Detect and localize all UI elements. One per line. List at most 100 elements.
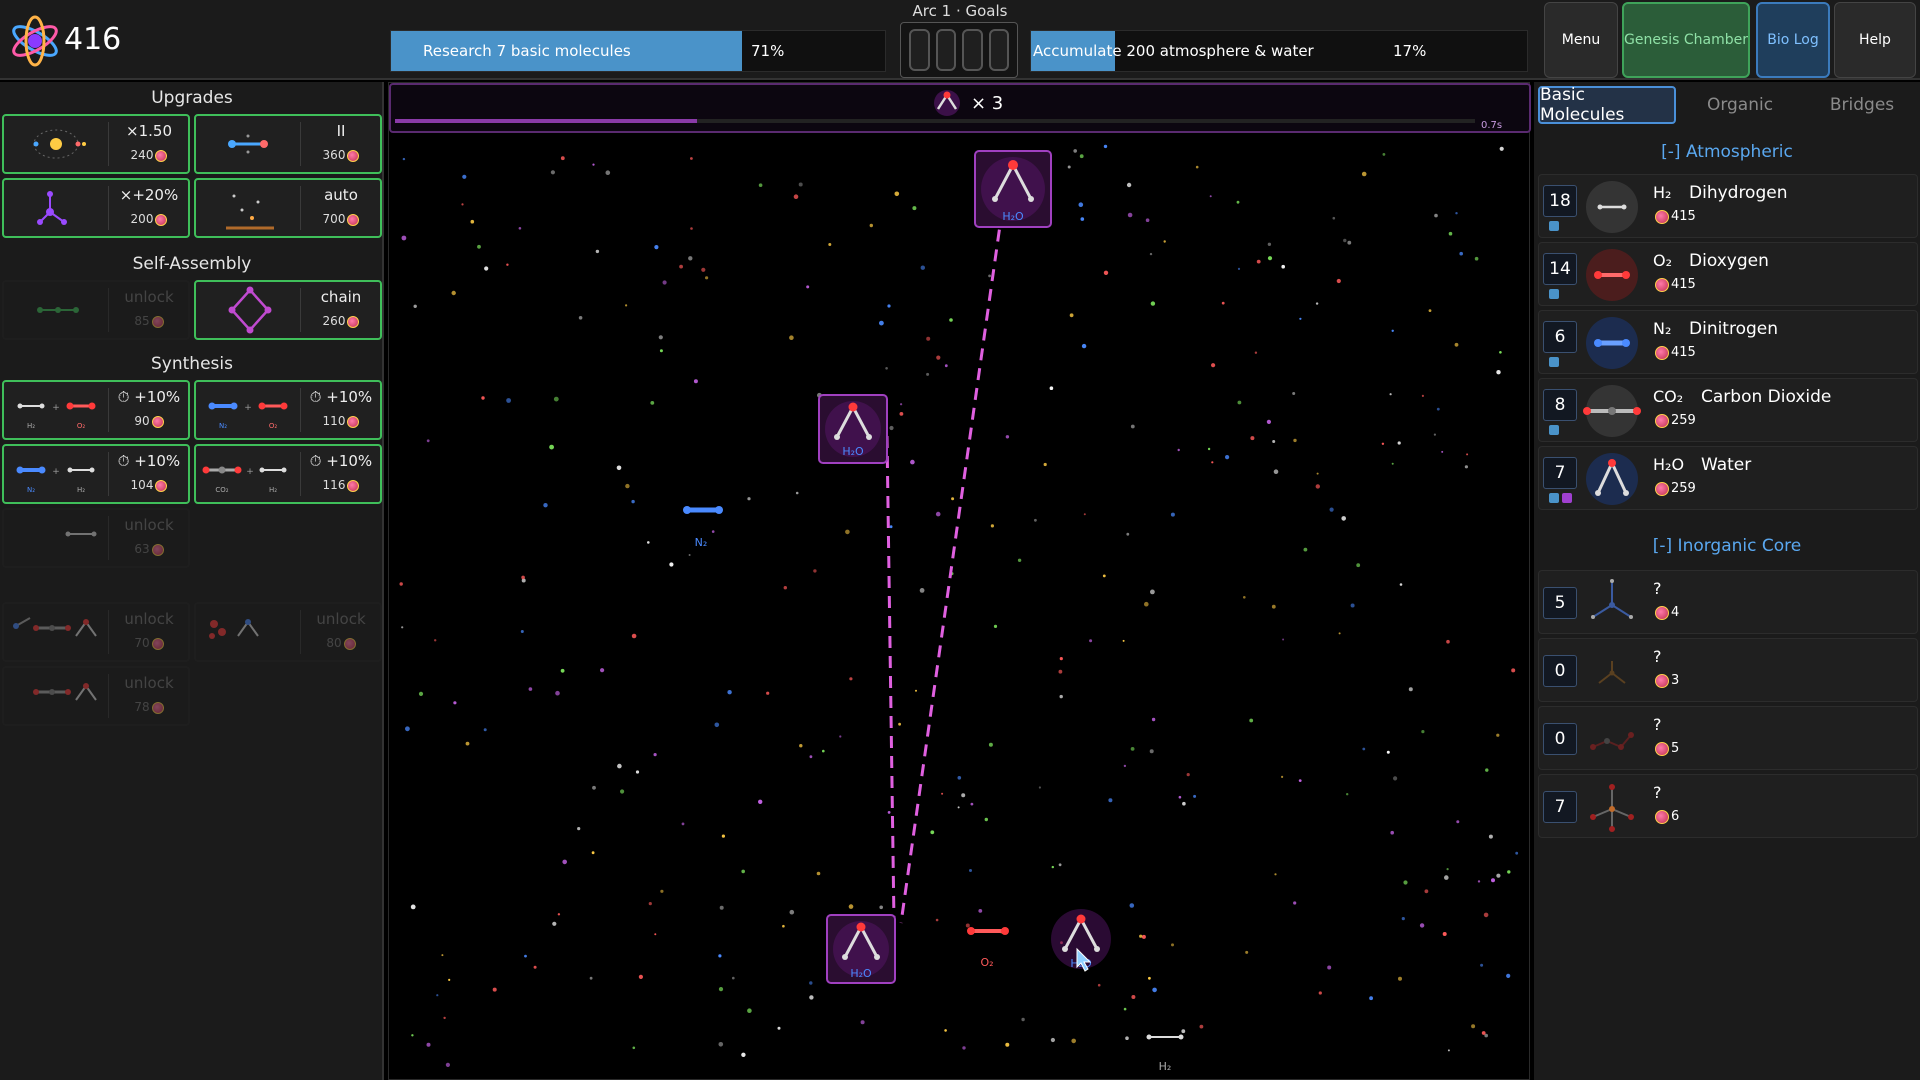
particle-dot xyxy=(935,511,941,517)
particle-dot xyxy=(1081,343,1087,349)
molecule-row-h2[interactable]: 18 H₂ Dihydrogen 415 xyxy=(1538,174,1918,238)
locked-card[interactable]: unlock 80 xyxy=(194,602,382,662)
particle-dot xyxy=(524,954,527,958)
field-timer: 0.7s xyxy=(1481,120,1503,131)
particle-dot xyxy=(1381,442,1385,445)
molecule-row-unknown[interactable]: 5 ? 4 xyxy=(1538,570,1918,634)
particle-dot xyxy=(1050,1037,1055,1043)
particle-dot xyxy=(1369,996,1373,1001)
coin-icon xyxy=(151,315,164,328)
locked-card[interactable]: unlock 78 xyxy=(2,666,190,726)
particle-dot xyxy=(660,889,664,893)
particle-dot xyxy=(701,267,706,272)
coin-icon xyxy=(1655,481,1669,496)
help-button[interactable]: Help xyxy=(1834,2,1916,78)
tab-bridges[interactable]: Bridges xyxy=(1804,86,1920,124)
synthesis-co2-h2-icon: + CO₂ H₂ xyxy=(202,466,287,494)
coin-icon xyxy=(347,213,360,226)
particle-dot xyxy=(816,871,821,876)
group-inorganic-toggle[interactable]: [-] Inorganic Core xyxy=(1534,536,1920,556)
score-counter: 416 xyxy=(64,22,122,57)
particle-dot xyxy=(1209,195,1212,198)
upgrade-card[interactable]: ×1.50 240 xyxy=(2,114,190,174)
particle-dot xyxy=(690,227,693,230)
particle-dot xyxy=(562,859,567,865)
coin-icon xyxy=(151,637,164,650)
genesis-chamber-button[interactable]: Genesis Chamber xyxy=(1622,2,1750,78)
particle-dot xyxy=(1059,694,1063,699)
particle-dot xyxy=(528,687,533,691)
upgrade-card[interactable]: II 360 xyxy=(194,114,382,174)
self-assembly-card-chain[interactable]: chain 260 xyxy=(194,280,382,340)
hydrogen-icon xyxy=(1586,181,1638,233)
coin-icon xyxy=(1655,277,1669,292)
particle-dot xyxy=(1401,917,1405,921)
molecule-field[interactable]: H₂O H₂O H₂O H₂O N₂ xyxy=(388,82,1531,1080)
hydrogen-molecule[interactable]: H₂ xyxy=(1146,1034,1184,1074)
tab-organic[interactable]: Organic xyxy=(1680,86,1800,124)
particle-dot xyxy=(1149,252,1153,256)
particle-dot xyxy=(591,851,595,855)
self-assembly-card-locked[interactable]: unlock 85 xyxy=(2,280,190,340)
particle-dot xyxy=(849,677,853,681)
menu-button[interactable]: Menu xyxy=(1544,2,1618,78)
locked-card[interactable]: unlock 70 xyxy=(2,602,190,662)
upgrade-cost: 85 xyxy=(110,314,188,328)
water-molecule[interactable]: H₂O xyxy=(826,914,896,984)
goal-percent: 71% xyxy=(751,42,785,60)
synthesis-card[interactable]: + N₂ O₂ ⏱ +10% 110 xyxy=(194,380,382,440)
molecule-row-co2[interactable]: 8 CO₂ Carbon Dioxide 259 xyxy=(1538,378,1918,442)
particle-dot xyxy=(520,630,524,633)
particle-dot xyxy=(1397,441,1401,445)
particle-dot xyxy=(984,817,988,822)
molecule-count: 7 xyxy=(1543,791,1577,823)
upgrade-card[interactable]: auto 700 xyxy=(194,178,382,238)
oxygen-molecule[interactable]: O₂ xyxy=(967,927,1009,969)
molecule-row-unknown[interactable]: 7 ? 6 xyxy=(1538,774,1918,838)
particle-dot xyxy=(632,1046,636,1050)
particle-dot xyxy=(936,355,941,360)
upgrade-card[interactable]: ×+20% 200 xyxy=(2,178,190,238)
molecule-row-unknown[interactable]: 0 ? 3 xyxy=(1538,638,1918,702)
synthesis-card[interactable]: + CO₂ H₂ ⏱ +10% 116 xyxy=(194,444,382,504)
molecule-row-unknown[interactable]: 0 ? 5 xyxy=(1538,706,1918,770)
particle-dot xyxy=(930,830,935,835)
group-atmospheric-toggle[interactable]: [-] Atmospheric xyxy=(1534,142,1920,162)
goal-slots[interactable] xyxy=(900,22,1018,78)
particle-dot xyxy=(1408,687,1413,692)
particle-dot xyxy=(1067,165,1071,169)
particle-dot xyxy=(845,529,850,535)
particle-dot xyxy=(1127,212,1133,218)
molecule-row-n2[interactable]: 6 N₂ Dinitrogen 415 xyxy=(1538,310,1918,374)
particle-dot xyxy=(1424,889,1429,894)
chain-molecule-icon xyxy=(37,307,79,313)
particle-dot xyxy=(915,689,917,692)
particle-dot xyxy=(1149,749,1154,754)
particle-dot xyxy=(747,1008,752,1013)
particle-dot xyxy=(1178,795,1182,799)
sun-orbit-icon xyxy=(33,129,86,159)
particle-dot xyxy=(418,691,424,697)
bio-log-button[interactable]: Bio Log xyxy=(1756,2,1830,78)
water-molecule[interactable]: H₂O xyxy=(818,394,888,464)
particle-dot xyxy=(798,182,803,187)
water-molecule[interactable]: H₂O xyxy=(974,150,1052,228)
particle-dot xyxy=(1446,639,1450,644)
molecule-row-h2o[interactable]: 7 H₂O Water 259 xyxy=(1538,446,1918,510)
particle-dot xyxy=(405,726,410,732)
synthesis-card[interactable]: + N₂ H₂ ⏱ +10% 104 xyxy=(2,444,190,504)
particle-dot xyxy=(1130,747,1135,751)
field-canvas[interactable]: H₂O H₂O H₂O H₂O N₂ xyxy=(389,83,1531,1080)
particle-dot xyxy=(894,191,900,197)
particle-dot xyxy=(887,304,891,308)
coin-icon xyxy=(151,415,164,428)
nitrogen-molecule[interactable]: N₂ xyxy=(683,506,723,549)
synthesis-card[interactable]: + H₂ O₂ ⏱ +10% 90 xyxy=(2,380,190,440)
upgrade-cost: 200 xyxy=(110,212,188,226)
particle-dot xyxy=(1141,934,1146,939)
particle-dot xyxy=(681,822,685,826)
tab-basic-molecules[interactable]: Basic Molecules xyxy=(1538,85,1676,125)
locked-card[interactable]: unlock 63 xyxy=(2,508,190,568)
particle-dot xyxy=(899,412,904,416)
molecule-row-o2[interactable]: 14 O₂ Dioxygen 415 xyxy=(1538,242,1918,306)
